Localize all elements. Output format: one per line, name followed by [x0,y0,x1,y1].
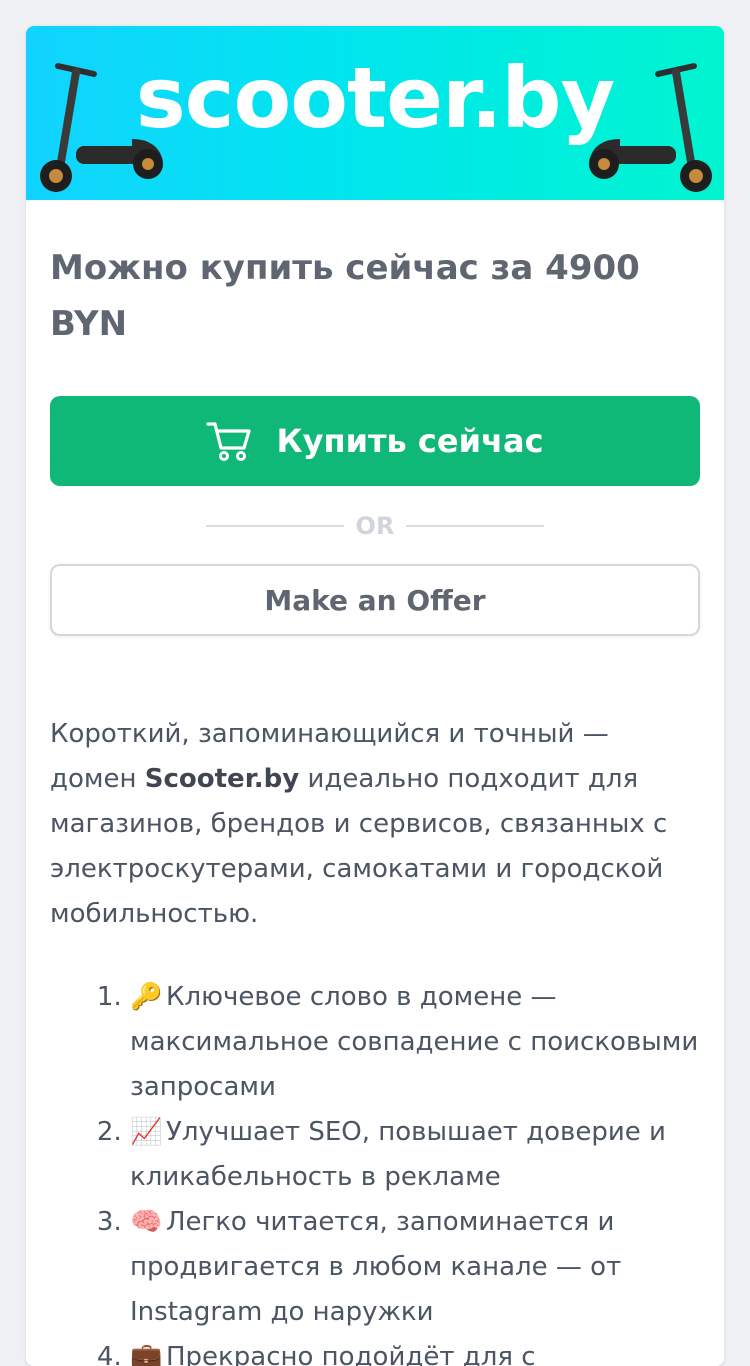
main-content: Можно купить сейчас за 4900 BYN Купить с… [50,200,700,1366]
chart-increasing-icon: 📈 [130,1117,163,1147]
price-title: Можно купить сейчас за 4900 BYN [50,248,640,344]
divider-line [205,525,344,527]
buy-now-label: Купить сейчас [276,422,544,460]
cart-icon [206,420,252,462]
feature-text: Ключевое слово в домене — максимальное с… [130,982,699,1102]
feature-text: Улучшает SEO, повышает доверие и кликабе… [130,1117,666,1192]
feature-item: 🔑Ключевое слово в домене — максимальное … [130,975,700,1110]
feature-text: Прекрасно подойдёт для с [166,1342,536,1366]
or-label: OR [355,512,395,540]
feature-item: 📈Улучшает SEO, повышает доверие и кликаб… [130,1110,700,1200]
domain-name: Scooter.by [144,764,300,794]
features-list: 🔑Ключевое слово в домене — максимальное … [50,975,700,1366]
domain-sale-card: scooter.by Можно купить сейчас за 4900 B… [26,26,724,1366]
feature-item: 🧠Легко читается, запоминается и продвига… [130,1200,700,1335]
site-logo: scooter.by [135,49,616,147]
feature-item: 💼Прекрасно подойдёт для с [130,1335,700,1366]
make-offer-label: Make an Offer [264,583,486,617]
feature-text: Легко читается, запоминается и продвигае… [130,1207,622,1327]
make-offer-button[interactable]: Make an Offer [50,564,700,636]
briefcase-icon: 💼 [130,1342,163,1366]
key-icon: 🔑 [130,982,163,1012]
buy-now-button[interactable]: Купить сейчас [50,396,700,486]
banner: scooter.by [26,26,724,200]
domain-description: Короткий, запоминающийся и точный — доме… [50,712,700,937]
brain-icon: 🧠 [130,1207,163,1237]
divider-line [406,525,545,527]
or-divider: OR [50,512,700,540]
